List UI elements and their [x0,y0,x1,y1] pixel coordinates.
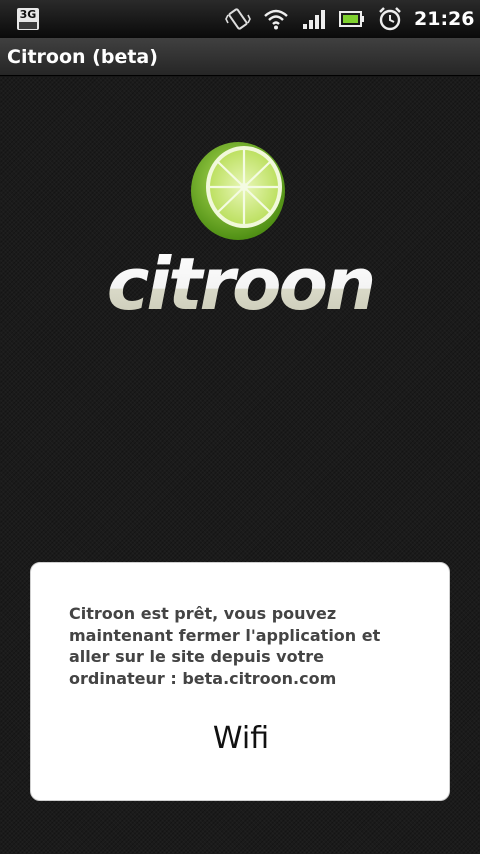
battery-icon [338,0,366,38]
connection-status: Wifi [212,721,270,756]
main-content: citroon Citroon est prêt, vous pouvez ma… [0,77,480,854]
app-title: Citroon (beta) [7,45,158,68]
title-bar: Citroon (beta) [0,38,480,76]
3g-icon: 3G [16,0,40,38]
signal-icon [300,0,328,38]
citroon-wordmark: citroon [107,242,376,326]
dialog-message: Citroon est prêt, vous pouvez maintenant… [69,604,381,688]
network-label: 3G [19,8,37,21]
clock-time: 21:26 [414,8,475,30]
vibrate-icon [224,0,252,38]
wordmark-text: citroon [107,242,373,326]
lime-logo-icon [191,142,285,240]
status-dialog: Citroon est prêt, vous pouvez maintenant… [30,562,450,801]
wifi-icon [262,0,290,38]
status-bar: 3G 21:26 [0,0,480,38]
alarm-icon [376,0,404,38]
